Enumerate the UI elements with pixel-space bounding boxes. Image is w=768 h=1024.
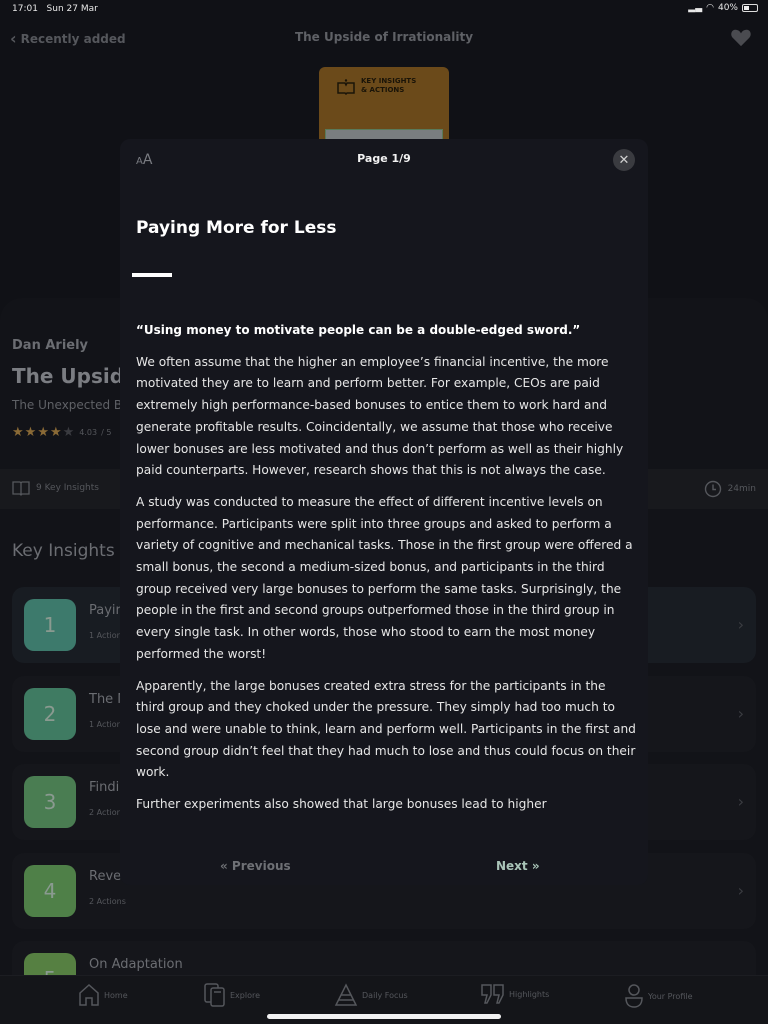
insight-number: 3 xyxy=(24,776,76,828)
nav-title: The Upside of Irrationality xyxy=(294,30,474,44)
insight-quote: “Using money to motivate people can be a… xyxy=(136,323,581,337)
insight-title: Reve xyxy=(89,869,122,884)
rating-suffix: / 5 xyxy=(101,428,112,437)
section-title: Key Insights xyxy=(12,541,115,561)
status-time: 17:01 Sun 27 Mar xyxy=(12,4,98,14)
heart-icon xyxy=(731,29,751,47)
insight-title: Payir xyxy=(89,603,121,618)
star-icon: ★ xyxy=(49,425,62,440)
duration: 24min xyxy=(704,480,756,498)
chevron-right-icon: › xyxy=(737,615,744,634)
key-insights-count: 9 Key Insights xyxy=(12,480,99,496)
tab-daily-focus[interactable]: Daily Focus xyxy=(334,983,408,1007)
page-indicator: Page 1/9 xyxy=(357,152,411,165)
chevron-right-icon: › xyxy=(737,792,744,811)
home-indicator[interactable] xyxy=(267,1014,501,1019)
paragraph: We often assume that the higher an emplo… xyxy=(136,354,624,478)
signal-icon: ▂▃ xyxy=(688,3,703,13)
star-icon: ★ xyxy=(12,425,24,440)
chevron-right-icon: › xyxy=(737,881,744,900)
insight-actions: 2 Action xyxy=(89,808,122,817)
star-icon: ★ xyxy=(24,425,37,440)
nav-bar: ‹ Recently added The Upside of Irrationa… xyxy=(0,26,768,50)
tab-your-profile[interactable]: Your Profile xyxy=(624,983,693,1009)
insight-title: On Adaptation xyxy=(89,957,183,972)
book-cover: KEY INSIGHTS & ACTIONS xyxy=(319,67,449,147)
book-icon xyxy=(12,481,30,496)
insight-actions: 1 Action xyxy=(89,720,122,729)
quote-icon xyxy=(481,984,504,1004)
tab-home[interactable]: Home xyxy=(78,983,128,1007)
star-empty-icon: ★ xyxy=(62,425,75,440)
home-icon xyxy=(79,983,99,1006)
insight-title: Paying More for Less xyxy=(136,218,337,238)
paragraph: A study was conducted to measure the eff… xyxy=(136,494,633,661)
book-subtitle: The Unexpected B xyxy=(12,398,123,412)
chevron-right-icon: › xyxy=(737,704,744,723)
insight-number: 4 xyxy=(24,865,76,917)
clock-icon xyxy=(704,480,721,498)
book-open-icon xyxy=(337,79,355,95)
next-button[interactable]: Next » xyxy=(496,859,540,873)
star-icon: ★ xyxy=(37,425,49,440)
profile-icon xyxy=(625,984,643,1008)
close-icon: ✕ xyxy=(618,152,630,168)
pyramid-icon xyxy=(334,983,358,1006)
book-author: Dan Ariely xyxy=(12,338,89,353)
favorite-button[interactable] xyxy=(730,27,752,51)
close-button[interactable]: ✕ xyxy=(613,149,635,171)
paragraph: Apparently, the large bonuses created ex… xyxy=(136,678,636,780)
battery-icon xyxy=(742,4,758,12)
insight-actions: 1 Action xyxy=(89,631,122,640)
books-icon xyxy=(204,983,225,1007)
rating-value: 4.03 xyxy=(79,428,98,437)
tab-highlights[interactable]: Highlights xyxy=(481,983,549,1005)
status-right: ▂▃ ◠ 40% xyxy=(688,3,758,13)
status-bar: 17:01 Sun 27 Mar ▂▃ ◠ 40% xyxy=(0,0,768,18)
tab-explore[interactable]: Explore xyxy=(204,983,260,1007)
insight-title: Findi xyxy=(89,780,120,795)
insight-number: 1 xyxy=(24,599,76,651)
previous-button[interactable]: « Previous xyxy=(220,859,291,873)
paragraph: Further experiments also showed that lar… xyxy=(136,797,547,812)
screen: 17:01 Sun 27 Mar ▂▃ ◠ 40% ‹ Recently add… xyxy=(0,0,768,1024)
wifi-icon: ◠ xyxy=(706,3,714,13)
cover-label: KEY INSIGHTS & ACTIONS xyxy=(361,77,417,94)
insight-actions: 2 Actions xyxy=(89,897,126,906)
book-title: The Upside xyxy=(12,364,138,388)
insight-content: “Using money to motivate people can be a… xyxy=(136,320,636,826)
rating: ★ ★ ★ ★ ★ 4.03 / 5 xyxy=(12,425,111,440)
title-underline xyxy=(132,273,172,277)
battery-percent: 40% xyxy=(717,3,738,13)
insight-reader-modal: AA Page 1/9 ✕ Paying More for Less “Usin… xyxy=(120,139,648,885)
insight-number: 2 xyxy=(24,688,76,740)
